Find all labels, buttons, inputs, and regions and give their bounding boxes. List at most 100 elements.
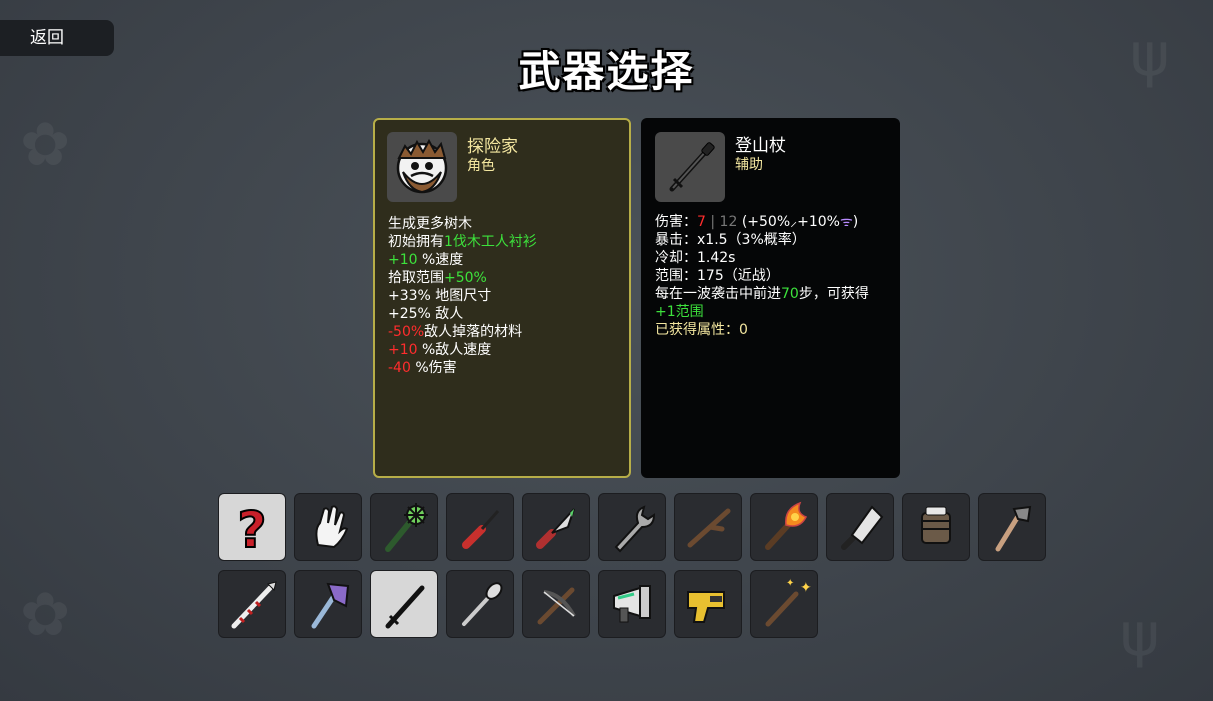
wrench-icon	[614, 505, 656, 553]
character-stat-line: +25% 敌人	[388, 305, 537, 323]
weapon-stat-text: 已获得属性：0	[655, 322, 748, 338]
character-type: 角色	[467, 158, 495, 174]
weapon-stat-text: 冷却：1.42s	[655, 250, 736, 266]
weapon-slot[interactable]	[978, 493, 1046, 561]
weapon-stat-text: 步，可获得	[798, 286, 869, 302]
character-name: 探险家	[467, 137, 518, 157]
weapon-stat-text: 范围：175（近战）	[655, 268, 780, 284]
weapon-stat-line: 冷却：1.42s	[655, 249, 869, 267]
weapon-stat-text: |	[705, 214, 720, 230]
character-stat-line: -40 %伤害	[388, 359, 537, 377]
character-stat-text: -50%	[388, 324, 425, 340]
character-stat-line: 生成更多树木	[388, 215, 537, 233]
weapon-slot[interactable]	[522, 493, 590, 561]
weapon-stat-line: 伤害：7 | 12 (+50%⸝+10%ᯤ)	[655, 213, 869, 231]
spear-icon	[231, 581, 277, 629]
character-stat-text: +50%	[444, 270, 487, 286]
character-panel: 探险家 角色 生成更多树木 初始拥有1伐木工人衬衫 +10 %速度 拾取范围+50% +…	[373, 118, 631, 478]
fist-gauntlet-icon	[921, 506, 951, 544]
background-decoration: ✿	[20, 110, 71, 180]
weapon-slot[interactable]	[598, 493, 666, 561]
spiked-club-icon	[385, 503, 428, 552]
page-title: 武器选择	[518, 47, 695, 96]
weapon-stat-text: )	[852, 214, 859, 230]
character-stat-line: +10 %速度	[388, 251, 537, 269]
weapon-type: 辅助	[735, 157, 763, 173]
weapon-slot-selected[interactable]	[370, 570, 438, 638]
hatchet-icon	[995, 505, 1032, 552]
weapon-slot[interactable]	[522, 570, 590, 638]
weapon-slot[interactable]	[294, 493, 362, 561]
weapon-stat-line: +1范围	[655, 303, 869, 321]
crossbow-icon	[537, 587, 576, 625]
weapon-stats: 伤害：7 | 12 (+50%⸝+10%ᯤ) 暴击：x1.5（3%概率） 冷却：1.…	[655, 213, 869, 339]
screwdriver-icon	[462, 510, 500, 549]
character-stat-text: +25% 敌人	[388, 306, 464, 322]
weapon-slot[interactable]	[674, 570, 742, 638]
weapon-slot[interactable]	[218, 570, 286, 638]
weapon-slot[interactable]: ?	[218, 493, 286, 561]
weapon-stat-text: 7	[697, 214, 706, 230]
character-stat-text: 1伐木工人衬衫	[444, 234, 537, 250]
weapon-stat-text: 暴击：x1.5（3%概率）	[655, 232, 806, 248]
character-stat-line: 拾取范围+50%	[388, 269, 537, 287]
background-decoration: ψ	[1120, 600, 1160, 670]
weapon-slot[interactable]	[598, 570, 666, 638]
character-stat-text: 初始拥有	[388, 234, 444, 250]
character-stat-text: +10	[388, 252, 418, 268]
random-question-icon: ?	[236, 500, 267, 555]
weapon-stat-line: 已获得属性：0	[655, 321, 869, 339]
crystal-axe-icon	[311, 582, 350, 629]
weapon-slot[interactable]	[674, 493, 742, 561]
hiking-pole-icon	[669, 142, 715, 192]
weapon-stat-text: (+50%	[737, 214, 791, 230]
weapon-stat-line: 范围：175（近战）	[655, 267, 869, 285]
weapon-stat-text: 伤害：	[655, 214, 697, 230]
character-stat-line: +33% 地图尺寸	[388, 287, 537, 305]
character-stat-text: 敌人掉落的材料	[424, 324, 523, 340]
character-stat-line: -50%敌人掉落的材料	[388, 323, 537, 341]
weapon-slot[interactable]	[446, 570, 514, 638]
character-stat-text: %速度	[417, 252, 464, 268]
megaphone-gun-icon	[613, 585, 651, 623]
weapon-stat-text: 12	[719, 214, 738, 230]
character-stat-line: 初始拥有1伐木工人衬衫	[388, 233, 537, 251]
character-stat-text: 拾取范围	[388, 270, 444, 286]
weapon-slot[interactable]	[902, 493, 970, 561]
svg-text:?: ?	[237, 501, 266, 555]
weapon-slot[interactable]: ✦ ✦	[750, 570, 818, 638]
character-stat-text: +10	[388, 342, 418, 358]
weapon-slot[interactable]	[750, 493, 818, 561]
svg-text:✦: ✦	[786, 578, 794, 589]
character-stat-text: 生成更多树木	[388, 216, 472, 232]
weapon-stat-line: 每在一波袭击中前进70步，可获得	[655, 285, 869, 303]
weapon-stat-text: +1范围	[655, 304, 704, 320]
character-stat-text: %敌人速度	[417, 342, 492, 358]
weapon-stat-text: 70	[781, 286, 799, 302]
cleaver-icon	[841, 505, 884, 550]
hand-icon	[315, 505, 349, 549]
magic-wand-icon: ✦✦	[765, 578, 812, 627]
stick-icon	[687, 508, 731, 548]
character-stat-text: +33% 地图尺寸	[388, 288, 492, 304]
weapon-slot[interactable]	[446, 493, 514, 561]
background-decoration: ✿	[20, 580, 71, 650]
weapon-slot[interactable]	[294, 570, 362, 638]
weapon-slot[interactable]	[370, 493, 438, 561]
weapon-stat-text: 每在一波袭击中前进	[655, 286, 781, 302]
character-stat-text: -40	[388, 360, 411, 376]
character-stat-line: +10 %敌人速度	[388, 341, 537, 359]
character-portrait	[387, 132, 457, 202]
weapon-stat-text: ᯤ	[840, 214, 853, 230]
character-stats: 生成更多树木 初始拥有1伐木工人衬衫 +10 %速度 拾取范围+50% +33% 地图尺…	[388, 215, 537, 377]
hiking-pole-icon	[385, 585, 425, 629]
spoon-icon	[462, 582, 503, 626]
explorer-face-icon	[396, 138, 448, 194]
knife-icon	[536, 508, 575, 549]
taser-icon	[687, 591, 725, 623]
weapon-name: 登山杖	[735, 136, 786, 156]
weapon-slot[interactable]	[826, 493, 894, 561]
torch-icon	[765, 501, 808, 550]
weapon-stat-line: 暴击：x1.5（3%概率）	[655, 231, 869, 249]
weapon-stat-text: +10%	[797, 214, 840, 230]
